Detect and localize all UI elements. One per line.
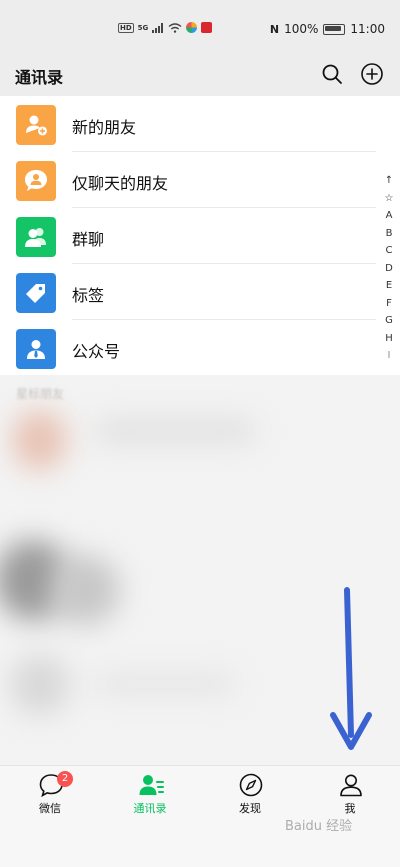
battery-percent: 100%: [284, 22, 319, 36]
battery-icon: [323, 23, 346, 35]
chat-only-friend-icon: [16, 161, 56, 201]
tab-chats[interactable]: 2 微信: [0, 766, 100, 826]
index-star[interactable]: ☆: [385, 190, 394, 208]
index-letter[interactable]: F: [386, 295, 392, 313]
app-notification-icon: [186, 22, 198, 33]
tag-icon: [16, 273, 56, 313]
blurred-text: [95, 675, 235, 693]
new-friends-label: 新的朋友: [72, 118, 137, 137]
blurred-avatar: [10, 655, 70, 715]
chat-only-friends-item[interactable]: 仅聊天的朋友: [0, 152, 400, 208]
group-chats-label: 群聊: [72, 230, 105, 249]
clock: 11:00: [350, 22, 385, 36]
blurred-avatar: [50, 555, 120, 625]
new-friends-item[interactable]: 新的朋友: [0, 96, 400, 152]
group-chat-icon: [16, 217, 56, 257]
index-letter[interactable]: D: [385, 260, 393, 278]
header: 通讯录: [0, 58, 400, 96]
index-letter[interactable]: B: [386, 225, 393, 243]
tab-label: 发现: [239, 802, 261, 815]
search-icon[interactable]: [320, 62, 344, 86]
index-letter[interactable]: E: [386, 277, 392, 295]
index-letter[interactable]: I: [388, 347, 391, 365]
contact-list: 新的朋友 仅聊天的朋友 群聊 标签 公众号: [0, 96, 400, 376]
hd-indicator: HD: [118, 22, 134, 33]
unread-badge: 2: [57, 771, 73, 787]
index-up-arrow[interactable]: ↑: [385, 172, 393, 190]
official-account-icon: [16, 329, 56, 369]
tab-label: 微信: [39, 802, 61, 815]
signal-label: 5G: [137, 23, 149, 32]
group-chats-item[interactable]: 群聊: [0, 208, 400, 264]
official-accounts-item[interactable]: 公众号: [0, 320, 400, 376]
annotation-arrow-icon: [330, 587, 372, 750]
wifi-icon: [168, 22, 182, 33]
alphabet-index[interactable]: ↑ ☆ A B C D E F G H I: [380, 172, 398, 365]
tab-label: 通讯录: [133, 802, 167, 815]
starred-friends-header: 星标朋友: [16, 387, 65, 401]
watermark-logo: Baidu 经验: [285, 819, 353, 834]
chat-only-friends-label: 仅聊天的朋友: [72, 174, 169, 193]
person-icon: [340, 774, 362, 797]
page-title: 通讯录: [15, 68, 64, 87]
tags-label: 标签: [72, 286, 105, 305]
add-friend-icon: [16, 105, 56, 145]
index-letter[interactable]: G: [385, 312, 393, 330]
status-bar: HD 5G N 100% 11:00: [0, 0, 400, 58]
contacts-icon: [139, 775, 164, 795]
status-icons-right: N 100% 11:00: [270, 22, 385, 36]
tab-label: 我: [344, 802, 356, 815]
compass-icon: [239, 773, 263, 797]
blurred-avatar: [12, 410, 67, 470]
index-letter[interactable]: C: [386, 242, 393, 260]
signal-icon: [152, 22, 164, 33]
tags-item[interactable]: 标签: [0, 264, 400, 320]
index-letter[interactable]: H: [385, 330, 393, 348]
blurred-text: [95, 420, 255, 442]
nfc-icon: N: [269, 22, 280, 36]
official-accounts-label: 公众号: [72, 342, 121, 361]
index-letter[interactable]: A: [386, 207, 393, 225]
status-icons-left: HD 5G: [118, 22, 213, 33]
news-app-icon: [201, 22, 213, 33]
tab-contacts[interactable]: 通讯录: [100, 766, 200, 826]
add-icon[interactable]: [360, 62, 384, 86]
